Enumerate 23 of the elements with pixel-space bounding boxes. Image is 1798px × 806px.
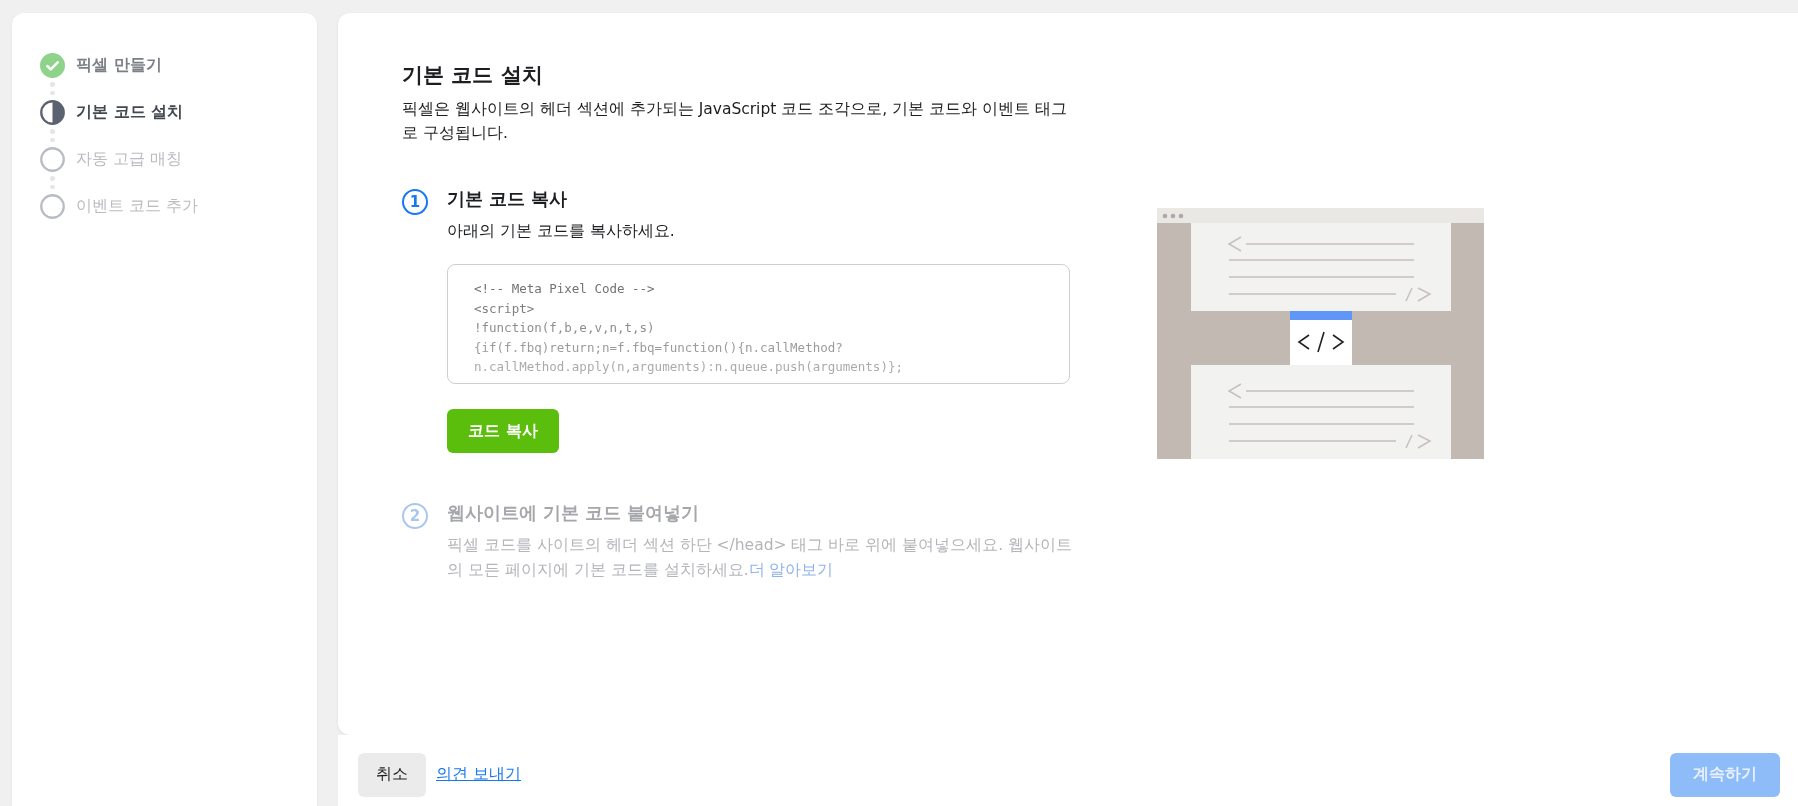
step-label[interactable]: 기본 코드 설치: [76, 101, 184, 123]
code-line: {if(f.fbq)return;n=f.fbq=function(){n.callMethod?: [474, 338, 843, 357]
code-line: <script>: [474, 299, 535, 318]
step-connector: [50, 82, 55, 95]
code-line: !function(f,b,e,v,n,t,s): [474, 319, 655, 337]
step-connector: [50, 129, 55, 142]
step-instructions: 아래의 기본 코드를 복사하세요.: [447, 221, 676, 242]
step-connector: [50, 176, 55, 189]
page-title: 기본 코드 설치: [402, 62, 544, 89]
page-description: 픽셀은 웹사이트의 헤더 섹션에 추가되는 JavaScript 코드 조각으로, 기본 코드와 이벤트 태그로 구성됩니다.: [402, 99, 1068, 144]
copy-code-button[interactable]: 코드 복사: [447, 409, 559, 453]
step-title: 기본 코드 복사: [447, 188, 569, 211]
step-label[interactable]: 픽셀 만들기: [76, 54, 162, 76]
step-instructions: 픽셀 코드를 사이트의 헤더 섹션 하단 </head> 태그 바로 위에 붙여넣으세요. 웹사이트의 모든 페이지에 기본 코드를 설치하세요.더 알아보기: [447, 535, 1074, 581]
step-title: 웹사이트에 기본 코드 붙여넣기: [447, 502, 701, 525]
cancel-button[interactable]: 취소: [358, 752, 426, 797]
step-label[interactable]: 자동 고급 매칭: [76, 148, 183, 170]
code-line: n.callMethod.apply(n,arguments):n.queue.push(arguments)};: [474, 358, 903, 376]
step-number: 2: [402, 503, 428, 529]
feedback-link[interactable]: 의견 보내기: [436, 764, 522, 785]
step-label[interactable]: 이벤트 코드 추가: [76, 195, 199, 217]
step-number: 1: [402, 189, 428, 215]
code-line: <!-- Meta Pixel Code -->: [474, 280, 655, 298]
